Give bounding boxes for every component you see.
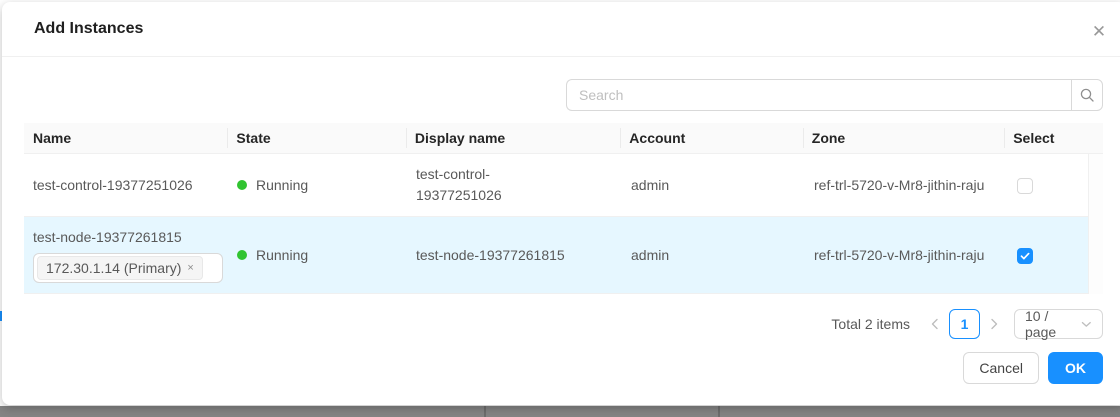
search-group (566, 79, 1103, 111)
modal-body: Name State Display name Account Zone Sel… (2, 57, 1120, 384)
close-icon: ✕ (1092, 22, 1106, 41)
dimmed-page-background (0, 406, 1120, 417)
column-header-state: State (227, 123, 406, 153)
nic-ip-select[interactable]: 172.30.1.14 (Primary) × (33, 253, 223, 283)
chevron-left-icon (930, 318, 940, 330)
background-column-divider (718, 406, 720, 417)
table-row-test-control[interactable]: test-control-19377251026 Running test-co… (24, 154, 1088, 217)
pagination-page-1[interactable]: 1 (949, 309, 980, 339)
cell-display-name: test-control-19377251026 (407, 154, 622, 216)
cell-zone: ref-trl-5720-v-Mr8-jithin-raju (805, 235, 1007, 276)
chevron-down-icon (1081, 321, 1092, 328)
table-header: Name State Display name Account Zone Sel… (24, 123, 1103, 154)
table-body: test-control-19377251026 Running test-co… (24, 154, 1103, 294)
cell-name: test-control-19377251026 (24, 165, 228, 206)
chevron-right-icon (989, 318, 999, 330)
state-label: Running (256, 175, 308, 196)
cell-zone: ref-trl-5720-v-Mr8-jithin-raju (805, 165, 1007, 206)
instances-table: Name State Display name Account Zone Sel… (24, 123, 1103, 294)
ok-button[interactable]: OK (1048, 352, 1103, 384)
cell-account: admin (622, 235, 805, 276)
cell-select (1007, 165, 1088, 206)
cancel-button[interactable]: Cancel (963, 352, 1039, 384)
nic-ip-tag: 172.30.1.14 (Primary) × (37, 256, 203, 280)
running-status-icon (237, 250, 247, 260)
cell-state: Running (228, 165, 407, 206)
pagination-total: Total 2 items (831, 316, 910, 332)
search-icon (1079, 87, 1095, 103)
tag-close-icon[interactable]: × (187, 263, 193, 274)
column-header-scrollbar-filler (1085, 123, 1103, 153)
instance-name: test-node-19377261815 (33, 227, 219, 248)
search-row (24, 79, 1103, 111)
select-checkbox-unchecked[interactable] (1017, 178, 1033, 194)
pagination-next-button[interactable] (983, 309, 1005, 339)
select-checkbox-checked[interactable] (1017, 248, 1033, 264)
close-button[interactable]: ✕ (1086, 19, 1112, 45)
column-header-zone: Zone (803, 123, 1004, 153)
column-header-display-name: Display name (406, 123, 620, 153)
cell-select (1007, 235, 1088, 276)
table-row-test-node[interactable]: test-node-19377261815 172.30.1.14 (Prima… (24, 217, 1088, 294)
modal-title: Add Instances (34, 20, 143, 38)
running-status-icon (237, 180, 247, 190)
column-header-select: Select (1004, 123, 1085, 153)
column-header-account: Account (620, 123, 802, 153)
cell-state: Running (228, 235, 407, 276)
nic-ip-label: 172.30.1.14 (Primary) (46, 258, 181, 279)
background-column-divider (484, 406, 486, 417)
column-header-name: Name (24, 123, 227, 153)
search-input[interactable] (566, 79, 1071, 111)
page-size-select[interactable]: 10 / page (1014, 309, 1103, 339)
cell-display-name: test-node-19377261815 (407, 235, 622, 276)
modal-footer: Cancel OK (24, 352, 1103, 384)
add-instances-modal: Add Instances ✕ Name State Display name (2, 2, 1120, 405)
table-scrollbar[interactable] (1088, 154, 1103, 294)
cell-name: test-node-19377261815 172.30.1.14 (Prima… (24, 217, 228, 293)
search-button[interactable] (1071, 79, 1103, 111)
check-icon (1019, 250, 1031, 262)
page-size-value: 10 / page (1025, 308, 1081, 340)
cell-account: admin (622, 165, 805, 206)
state-label: Running (256, 245, 308, 266)
pagination-prev-button[interactable] (924, 309, 946, 339)
modal-header: Add Instances (2, 2, 1120, 57)
pagination: Total 2 items 1 10 / page (24, 309, 1103, 339)
